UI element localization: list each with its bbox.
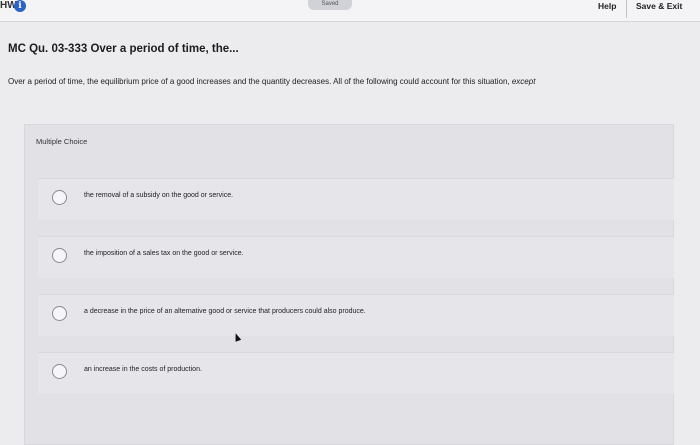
save-exit-button[interactable]: Save & Exit (636, 1, 682, 11)
answer-panel (24, 124, 674, 445)
answer-option-b[interactable]: the imposition of a sales tax on the goo… (38, 236, 674, 278)
answer-option-c[interactable]: a decrease in the price of an alternativ… (38, 294, 674, 336)
radio-button[interactable] (52, 364, 67, 379)
multiple-choice-label: Multiple Choice (36, 137, 88, 146)
answer-option-text[interactable]: the imposition of a sales tax on the goo… (84, 250, 244, 257)
question-text-main: Over a period of time, the equilibrium p… (8, 77, 512, 86)
info-icon[interactable]: i (14, 0, 26, 12)
answer-option-text[interactable]: the removal of a subsidy on the good or … (84, 192, 233, 199)
question-text-emphasis: except (511, 77, 536, 86)
radio-button[interactable] (52, 190, 67, 205)
answer-option-d[interactable]: an increase in the costs of production. (38, 352, 674, 394)
top-bar: HW i Saved Help Save & Exit (0, 0, 700, 22)
question-title: MC Qu. 03-333 Over a period of time, the… (8, 43, 239, 55)
topbar-divider (626, 0, 627, 18)
question-text: Over a period of time, the equilibrium p… (8, 77, 698, 86)
answer-option-text[interactable]: an increase in the costs of production. (84, 366, 202, 373)
answer-option-a[interactable]: the removal of a subsidy on the good or … (38, 178, 674, 220)
saved-status-badge: Saved (308, 0, 352, 10)
radio-button[interactable] (52, 248, 67, 263)
help-button[interactable]: Help (598, 1, 616, 11)
answer-option-text[interactable]: a decrease in the price of an alternativ… (84, 308, 366, 315)
radio-button[interactable] (52, 306, 67, 321)
